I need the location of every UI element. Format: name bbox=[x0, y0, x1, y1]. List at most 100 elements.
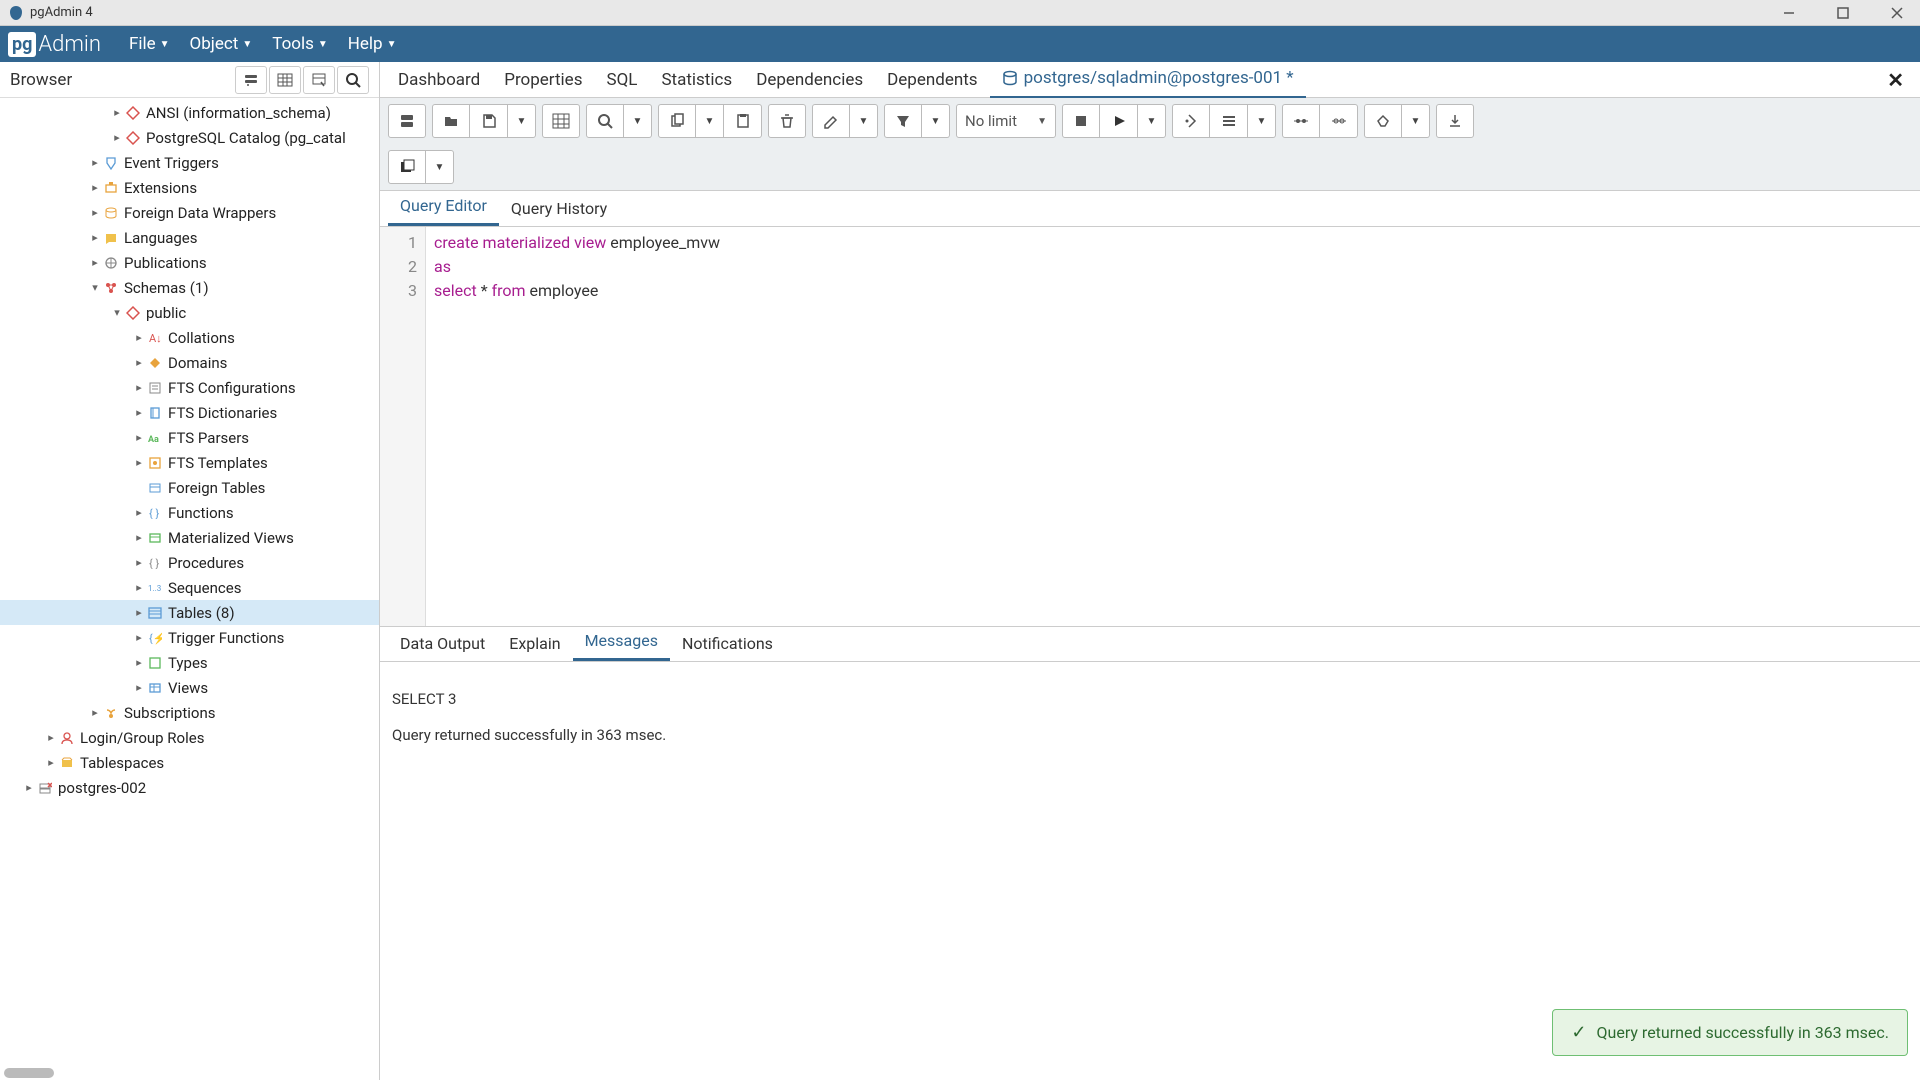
tb-find[interactable] bbox=[586, 104, 624, 138]
sidebar-tool-3[interactable] bbox=[303, 66, 335, 94]
tb-server[interactable] bbox=[388, 104, 426, 138]
tb-commit[interactable] bbox=[1282, 104, 1320, 138]
tree-item[interactable]: ▸Types bbox=[0, 650, 379, 675]
tb-save-dd[interactable]: ▼ bbox=[508, 104, 536, 138]
tree-caret[interactable]: ▾ bbox=[88, 281, 102, 294]
tree-caret[interactable]: ▸ bbox=[22, 781, 36, 794]
tree-caret[interactable]: ▸ bbox=[132, 506, 146, 519]
tree-item[interactable]: ▸Materialized Views bbox=[0, 525, 379, 550]
sql-editor[interactable]: 123 create materialized view employee_mv… bbox=[380, 227, 1920, 626]
minimize-button[interactable] bbox=[1774, 3, 1804, 23]
tab-dependencies[interactable]: Dependencies bbox=[744, 62, 875, 98]
tb-clear-dd[interactable]: ▼ bbox=[1402, 104, 1430, 138]
tree-item[interactable]: ▸Publications bbox=[0, 250, 379, 275]
tree-item[interactable]: ▸Tablespaces bbox=[0, 750, 379, 775]
tree-item[interactable]: ▸Tables (8) bbox=[0, 600, 379, 625]
success-toast[interactable]: ✓ Query returned successfully in 363 mse… bbox=[1552, 1009, 1908, 1056]
query-tab[interactable]: postgres/sqladmin@postgres-001 * bbox=[990, 60, 1306, 99]
tree-caret[interactable]: ▸ bbox=[132, 606, 146, 619]
tree-item[interactable]: ▾public bbox=[0, 300, 379, 325]
tree-item[interactable]: ▸postgres-002 bbox=[0, 775, 379, 800]
close-button[interactable] bbox=[1882, 3, 1912, 23]
tree-item[interactable]: ▸1..3Sequences bbox=[0, 575, 379, 600]
tab-query-history[interactable]: Query History bbox=[499, 191, 619, 226]
tb-copy-dd[interactable]: ▼ bbox=[696, 104, 724, 138]
menu-object[interactable]: Object▼ bbox=[180, 28, 263, 60]
tree-item[interactable]: ▸Extensions bbox=[0, 175, 379, 200]
tb-filter[interactable] bbox=[884, 104, 922, 138]
tree-item[interactable]: ▸Languages bbox=[0, 225, 379, 250]
tree-item[interactable]: ▸{ }Procedures bbox=[0, 550, 379, 575]
tab-dashboard[interactable]: Dashboard bbox=[386, 62, 492, 98]
tree-caret[interactable]: ▸ bbox=[132, 381, 146, 394]
menu-help[interactable]: Help▼ bbox=[338, 28, 407, 60]
tree-item[interactable]: ▸Foreign Data Wrappers bbox=[0, 200, 379, 225]
tb-save[interactable] bbox=[470, 104, 508, 138]
tab-properties[interactable]: Properties bbox=[492, 62, 594, 98]
tb-delete[interactable] bbox=[768, 104, 806, 138]
output-tab-messages[interactable]: Messages bbox=[573, 623, 670, 661]
tb-paste[interactable] bbox=[724, 104, 762, 138]
tree-caret[interactable]: ▸ bbox=[132, 581, 146, 594]
output-tab-explain[interactable]: Explain bbox=[497, 626, 572, 661]
tab-sql[interactable]: SQL bbox=[594, 62, 649, 98]
tree-item[interactable]: ▸FTS Templates bbox=[0, 450, 379, 475]
tree-item[interactable]: ▸Login/Group Roles bbox=[0, 725, 379, 750]
sidebar-search[interactable] bbox=[337, 66, 369, 94]
tree-caret[interactable]: ▾ bbox=[110, 306, 124, 319]
editor-code[interactable]: create materialized view employee_mvwass… bbox=[426, 227, 1920, 626]
tb-filter-dd[interactable]: ▼ bbox=[922, 104, 950, 138]
tree-item[interactable]: ▸{ }Functions bbox=[0, 500, 379, 525]
tree-item[interactable]: Foreign Tables bbox=[0, 475, 379, 500]
tree-item[interactable]: ▾Schemas (1) bbox=[0, 275, 379, 300]
tb-scratch-dd[interactable]: ▼ bbox=[426, 150, 454, 184]
tb-clear[interactable] bbox=[1364, 104, 1402, 138]
tb-explain-dd[interactable]: ▼ bbox=[1248, 104, 1276, 138]
tb-rollback[interactable] bbox=[1320, 104, 1358, 138]
sidebar-tool-2[interactable] bbox=[269, 66, 301, 94]
output-tab-data-output[interactable]: Data Output bbox=[388, 626, 497, 661]
tree-item[interactable]: ▸Views bbox=[0, 675, 379, 700]
tree-caret[interactable]: ▸ bbox=[132, 456, 146, 469]
tb-execute[interactable] bbox=[1100, 104, 1138, 138]
menu-tools[interactable]: Tools▼ bbox=[262, 28, 338, 60]
tb-explain[interactable] bbox=[1172, 104, 1210, 138]
tree-caret[interactable]: ▸ bbox=[132, 406, 146, 419]
tree-caret[interactable]: ▸ bbox=[132, 531, 146, 544]
tb-open[interactable] bbox=[432, 104, 470, 138]
tb-stop[interactable] bbox=[1062, 104, 1100, 138]
tree-caret[interactable]: ▸ bbox=[110, 131, 124, 144]
tree-item[interactable]: ▸Event Triggers bbox=[0, 150, 379, 175]
tree-caret[interactable]: ▸ bbox=[44, 731, 58, 744]
tab-close-button[interactable]: ✕ bbox=[1877, 68, 1914, 92]
tab-dependents[interactable]: Dependents bbox=[875, 62, 989, 98]
tree-caret[interactable]: ▸ bbox=[88, 231, 102, 244]
menu-file[interactable]: File▼ bbox=[119, 28, 180, 60]
tree-caret[interactable]: ▸ bbox=[132, 356, 146, 369]
tree-caret[interactable]: ▸ bbox=[132, 631, 146, 644]
tree-caret[interactable]: ▸ bbox=[132, 656, 146, 669]
tree-item[interactable]: ▸PostgreSQL Catalog (pg_catal bbox=[0, 125, 379, 150]
tb-edit[interactable] bbox=[812, 104, 850, 138]
tree-caret[interactable]: ▸ bbox=[132, 681, 146, 694]
tab-statistics[interactable]: Statistics bbox=[649, 62, 744, 98]
output-tab-notifications[interactable]: Notifications bbox=[670, 626, 785, 661]
tree-item[interactable]: ▸Subscriptions bbox=[0, 700, 379, 725]
tree-caret[interactable]: ▸ bbox=[88, 156, 102, 169]
tb-copy[interactable] bbox=[658, 104, 696, 138]
tb-edit-dd[interactable]: ▼ bbox=[850, 104, 878, 138]
object-tree[interactable]: ▸ANSI (information_schema)▸PostgreSQL Ca… bbox=[0, 98, 379, 1080]
tree-scrollbar[interactable] bbox=[4, 1068, 54, 1078]
tree-caret[interactable]: ▸ bbox=[88, 256, 102, 269]
tree-caret[interactable]: ▸ bbox=[88, 206, 102, 219]
tree-caret[interactable]: ▸ bbox=[88, 181, 102, 194]
tree-caret[interactable]: ▸ bbox=[132, 556, 146, 569]
tb-limit-select[interactable]: No limit▼ bbox=[956, 104, 1056, 138]
tb-execute-dd[interactable]: ▼ bbox=[1138, 104, 1166, 138]
tb-scratch[interactable] bbox=[388, 150, 426, 184]
tree-caret[interactable]: ▸ bbox=[88, 706, 102, 719]
tree-caret[interactable]: ▸ bbox=[132, 331, 146, 344]
tab-query-editor[interactable]: Query Editor bbox=[388, 188, 499, 226]
tree-item[interactable]: ▸AaFTS Parsers bbox=[0, 425, 379, 450]
maximize-button[interactable] bbox=[1828, 3, 1858, 23]
